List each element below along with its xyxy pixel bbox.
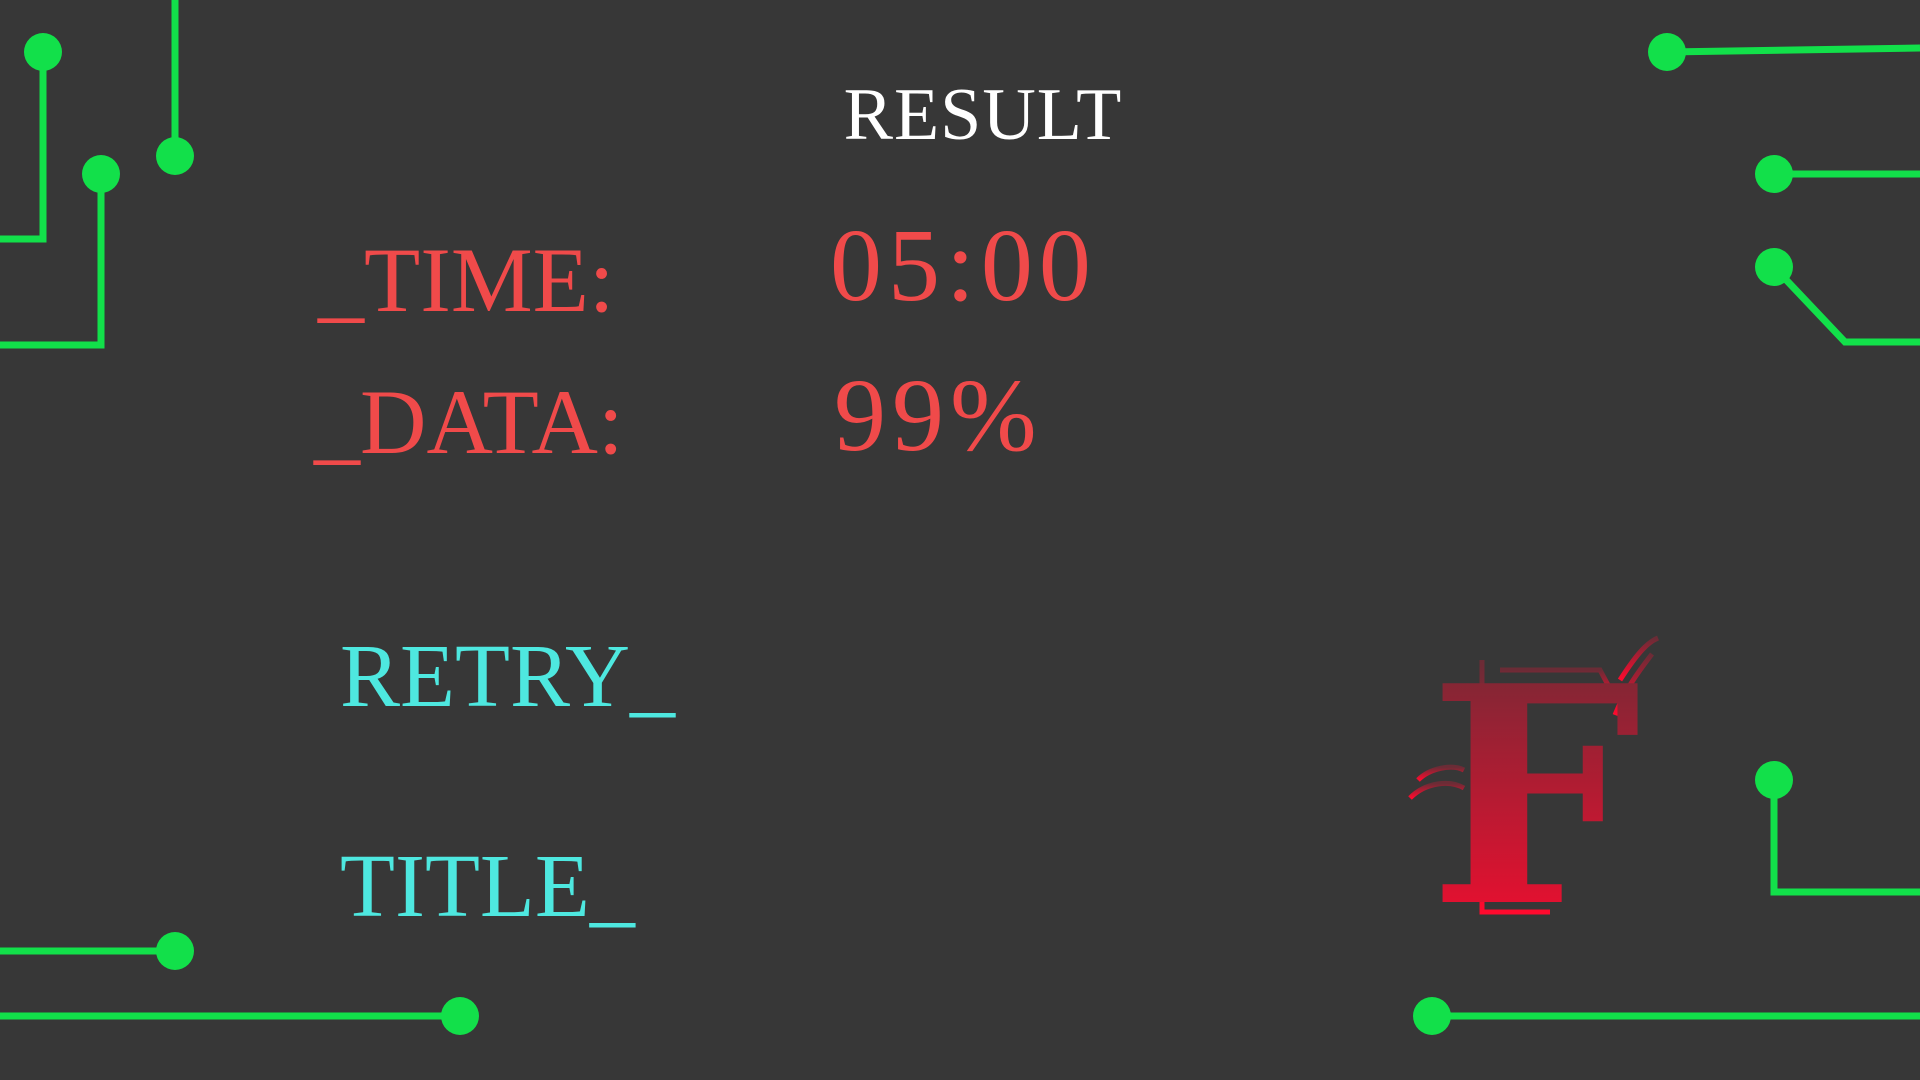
data-label: _DATA: bbox=[314, 371, 624, 473]
time-value: 05:00 bbox=[830, 208, 1097, 323]
grade-emblem: F bbox=[1408, 630, 1660, 930]
circuit-node bbox=[1755, 761, 1793, 799]
data-value: 99% bbox=[834, 358, 1043, 473]
circuit-trace-top-right-1 bbox=[1666, 44, 1920, 56]
circuit-node bbox=[441, 997, 479, 1035]
circuit-node bbox=[156, 932, 194, 970]
circuit-node bbox=[82, 155, 120, 193]
circuit-node bbox=[24, 33, 62, 71]
circuit-node bbox=[1755, 248, 1793, 286]
title-button[interactable]: TITLE_ bbox=[340, 842, 635, 932]
circuit-node bbox=[1755, 155, 1793, 193]
circuit-trace-bottom-right-1 bbox=[1770, 780, 1920, 896]
circuit-trace-top-left-3 bbox=[0, 174, 105, 349]
circuit-node bbox=[1648, 33, 1686, 71]
circuit-trace-top-right-3 bbox=[1771, 264, 1920, 346]
result-title: RESULT bbox=[843, 74, 1123, 156]
circuit-node bbox=[1413, 997, 1451, 1035]
retry-button[interactable]: RETRY_ bbox=[340, 632, 675, 722]
grade-letter: F bbox=[1429, 630, 1642, 930]
time-label: _TIME: bbox=[318, 229, 615, 331]
